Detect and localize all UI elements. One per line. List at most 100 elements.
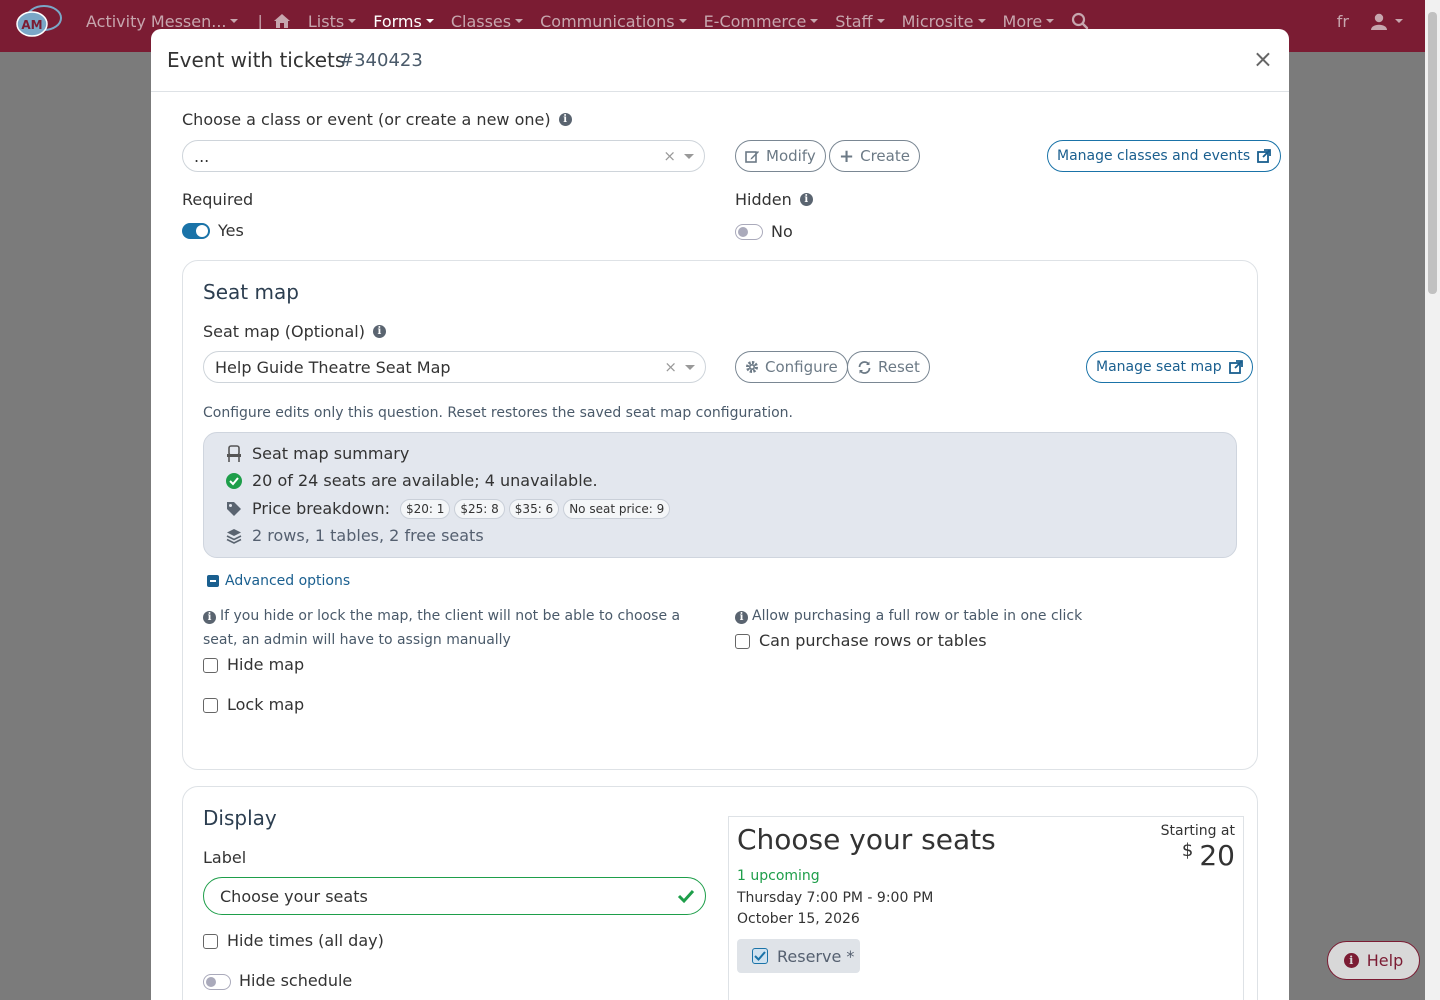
user-menu[interactable] bbox=[1371, 13, 1403, 30]
language-switch[interactable]: fr bbox=[1337, 12, 1349, 31]
nav-forms[interactable]: Forms bbox=[373, 12, 434, 31]
advanced-options-label: Advanced options bbox=[225, 573, 351, 589]
nav-microsite[interactable]: Microsite bbox=[902, 12, 986, 31]
purchase-rows-label: Can purchase rows or tables bbox=[759, 631, 987, 650]
chevron-down-icon[interactable] bbox=[684, 154, 694, 159]
label-field-label: Label bbox=[203, 848, 247, 867]
external-link-icon bbox=[1257, 149, 1272, 163]
hide-times-checkbox[interactable] bbox=[203, 934, 218, 949]
display-title: Display bbox=[203, 806, 277, 830]
info-icon[interactable]: i bbox=[372, 325, 386, 338]
hide-schedule-toggle[interactable] bbox=[203, 974, 231, 990]
seat-map-title: Seat map bbox=[203, 280, 299, 304]
preview-time: Thursday 7:00 PM - 9:00 PM bbox=[737, 890, 934, 906]
logo-text: AM bbox=[21, 18, 42, 32]
event-select[interactable]: ... × bbox=[182, 140, 705, 172]
required-value: Yes bbox=[218, 221, 244, 240]
required-toggle[interactable] bbox=[182, 223, 210, 239]
advanced-options-toggle[interactable]: Advanced options bbox=[207, 573, 350, 589]
caret-down-icon bbox=[678, 19, 687, 23]
clear-icon[interactable]: × bbox=[663, 147, 676, 165]
price-chip: $35: 6 bbox=[508, 499, 560, 519]
nav-lists[interactable]: Lists bbox=[308, 12, 357, 31]
caret-down-icon bbox=[876, 19, 885, 23]
nav-communications[interactable]: Communications bbox=[540, 11, 687, 31]
reserve-option[interactable]: Reserve * bbox=[737, 939, 860, 973]
close-button[interactable]: × bbox=[1253, 45, 1273, 73]
price-chip: $20: 1 bbox=[399, 499, 451, 519]
check-icon bbox=[677, 889, 695, 904]
nav-right: fr bbox=[1337, 0, 1403, 42]
page-scrollbar[interactable] bbox=[1425, 0, 1440, 1000]
nav-staff[interactable]: Staff bbox=[835, 12, 885, 31]
caret-down-icon bbox=[977, 19, 986, 23]
caret-down-icon bbox=[425, 19, 434, 23]
nav-app-switcher[interactable]: Activity Messen... bbox=[86, 12, 239, 31]
gear-icon bbox=[746, 361, 758, 373]
create-label: Create bbox=[860, 147, 910, 165]
manage-seat-map-button[interactable]: Manage seat map bbox=[1086, 351, 1253, 383]
seat-map-field-label-text: Seat map (Optional) bbox=[203, 322, 365, 341]
nav-label: More bbox=[1002, 11, 1043, 31]
nav-ecommerce[interactable]: E-Commerce bbox=[704, 12, 819, 31]
event-modal: Event with tickets #340423 × Choose a cl… bbox=[151, 29, 1289, 1000]
label-input[interactable]: Choose your seats bbox=[203, 877, 706, 915]
scrollbar-thumb[interactable] bbox=[1428, 12, 1437, 294]
layout-text: 2 rows, 1 tables, 2 free seats bbox=[252, 526, 484, 545]
home-icon[interactable] bbox=[273, 13, 291, 29]
modal-title: Event with tickets bbox=[167, 48, 346, 72]
caret-down-icon bbox=[515, 19, 524, 23]
info-icon[interactable]: i bbox=[799, 193, 813, 206]
checkbox-checked-icon bbox=[752, 948, 768, 964]
create-button[interactable]: + Create bbox=[829, 140, 920, 172]
question-preview: Choose your seats Starting at $ 20 1 upc… bbox=[728, 816, 1244, 1000]
seat-map-help: Configure edits only this question. Rese… bbox=[203, 405, 793, 421]
price-value: 20 bbox=[1199, 839, 1235, 872]
display-card: Display Label Choose your seats Hide tim… bbox=[182, 786, 1258, 1000]
nav-label: Microsite bbox=[901, 11, 974, 31]
clear-icon[interactable]: × bbox=[664, 358, 677, 376]
modify-button[interactable]: Modify bbox=[735, 140, 826, 172]
seat-map-field-label: Seat map (Optional) i bbox=[203, 322, 386, 341]
help-button[interactable]: i Help bbox=[1327, 941, 1420, 980]
purchase-rows-checkbox[interactable] bbox=[735, 634, 750, 649]
choose-event-label-text: Choose a class or event (or create a new… bbox=[182, 110, 551, 129]
choose-event-label: Choose a class or event (or create a new… bbox=[182, 110, 572, 129]
hide-schedule-label: Hide schedule bbox=[239, 971, 353, 990]
app-logo[interactable]: AM bbox=[14, 4, 64, 40]
caret-down-icon bbox=[230, 19, 239, 23]
reserve-label: Reserve * bbox=[777, 946, 855, 966]
hide-map-label: Hide map bbox=[227, 655, 305, 674]
preview-price: $ 20 bbox=[1182, 839, 1235, 872]
nav-classes[interactable]: Classes bbox=[450, 11, 524, 31]
chevron-down-icon[interactable] bbox=[685, 365, 695, 370]
preview-date: October 15, 2026 bbox=[737, 911, 860, 927]
nav-label: Classes bbox=[450, 11, 512, 31]
seat-map-select[interactable]: Help Guide Theatre Seat Map × bbox=[203, 351, 706, 383]
label-input-value: Choose your seats bbox=[220, 886, 368, 906]
info-icon: i bbox=[735, 611, 748, 624]
manage-events-button[interactable]: Manage classes and events bbox=[1047, 140, 1282, 172]
manage-events-label: Manage classes and events bbox=[1057, 148, 1251, 164]
hide-map-checkbox[interactable] bbox=[203, 658, 218, 673]
nav-label: Communications bbox=[540, 11, 675, 31]
configure-button[interactable]: Configure bbox=[735, 351, 848, 383]
help-label: Help bbox=[1366, 951, 1404, 970]
hidden-toggle[interactable] bbox=[735, 224, 763, 240]
purchase-help: i Allow purchasing a full row or table in… bbox=[735, 604, 1235, 628]
nav-separator: | bbox=[257, 11, 263, 31]
lock-map-checkbox[interactable] bbox=[203, 698, 218, 713]
hide-lock-help: i If you hide or lock the map, the client… bbox=[203, 604, 703, 652]
event-select-value: ... bbox=[194, 146, 210, 166]
lock-map-label: Lock map bbox=[227, 695, 305, 714]
search-icon[interactable] bbox=[1071, 12, 1089, 30]
modify-label: Modify bbox=[766, 147, 816, 165]
reset-button[interactable]: Reset bbox=[847, 351, 930, 383]
info-icon[interactable]: i bbox=[558, 113, 572, 126]
nav-more[interactable]: More bbox=[1003, 12, 1055, 31]
summary-title: Seat map summary bbox=[252, 444, 410, 463]
reset-label: Reset bbox=[878, 358, 920, 376]
caret-down-icon bbox=[1395, 19, 1403, 23]
availability-row: 20 of 24 seats are available; 4 unavaila… bbox=[226, 471, 598, 490]
edit-icon bbox=[745, 150, 759, 163]
